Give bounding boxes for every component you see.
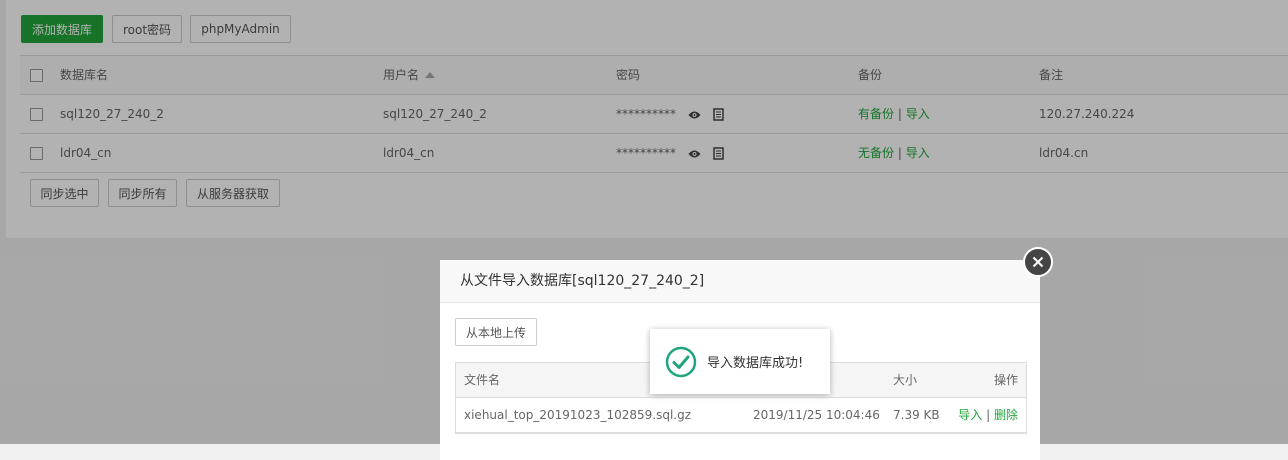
close-icon xyxy=(1032,256,1044,268)
col-size: 大小 xyxy=(893,373,918,387)
separator: | xyxy=(986,408,991,422)
success-toast: 导入数据库成功! xyxy=(650,329,830,394)
dialog-close-button[interactable] xyxy=(1023,247,1053,277)
col-operations: 操作 xyxy=(993,373,1018,387)
file-import-link[interactable]: 导入 xyxy=(958,408,982,422)
dialog-title: 从文件导入数据库[sql120_27_240_2] xyxy=(440,260,1040,303)
upload-local-button[interactable]: 从本地上传 xyxy=(455,318,537,346)
file-name: xiehual_top_20191023_102859.sql.gz xyxy=(464,408,692,422)
file-ops: 导入 | 删除 xyxy=(958,398,1018,432)
file-size: 7.39 KB xyxy=(893,408,940,422)
file-row: xiehual_top_20191023_102859.sql.gz 2019/… xyxy=(456,398,1026,433)
check-circle-icon xyxy=(665,346,697,377)
file-time: 2019/11/25 10:04:46 xyxy=(753,408,880,422)
col-filename: 文件名 xyxy=(464,373,501,387)
file-delete-link[interactable]: 删除 xyxy=(994,408,1018,422)
toast-message: 导入数据库成功! xyxy=(707,356,804,371)
